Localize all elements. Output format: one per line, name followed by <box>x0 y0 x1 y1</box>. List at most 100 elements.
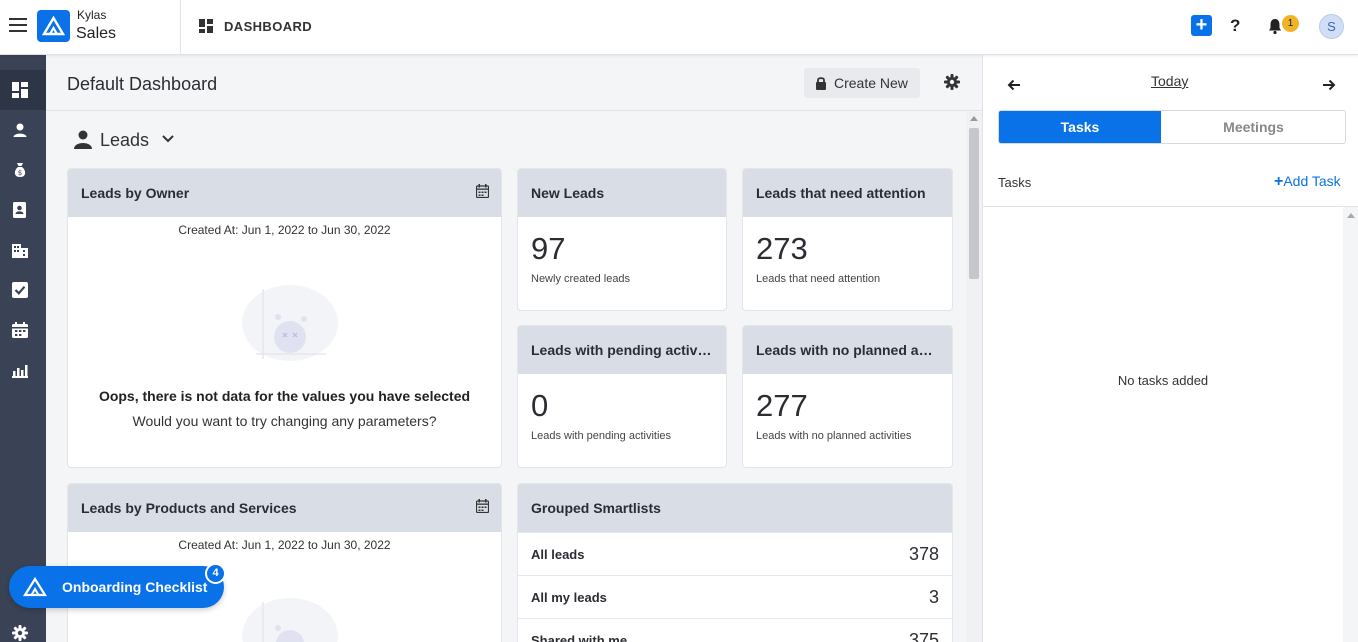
svg-text:$: $ <box>18 169 22 177</box>
brand-product: Sales <box>76 25 117 42</box>
sidebar-item-leads[interactable] <box>0 110 46 150</box>
stat-value: 0 <box>531 388 549 423</box>
tasks-scrollbar[interactable] <box>1343 207 1358 642</box>
section-leads-label[interactable]: Leads <box>100 130 149 151</box>
right-panel: Today Tasks Meetings Tasks +Add Task No … <box>982 55 1358 642</box>
tab-meetings[interactable]: Meetings <box>1161 111 1345 143</box>
leads-by-products-card: Leads by Products and Services Created A… <box>67 483 502 642</box>
scroll-up-icon[interactable] <box>970 116 978 121</box>
kylas-logo[interactable] <box>37 10 70 42</box>
add-task-label: Add Task <box>1283 173 1341 189</box>
sidebar-item-contacts[interactable] <box>0 190 46 230</box>
money-bag-icon: $ <box>14 163 26 177</box>
dashboard-icon <box>12 82 28 98</box>
sidebar-item-calendar[interactable] <box>0 310 46 350</box>
brand-name: Kylas <box>77 8 107 22</box>
page-title: Default Dashboard <box>67 74 218 94</box>
lock-icon <box>816 77 826 90</box>
list-item[interactable]: Shared with me 375 <box>518 618 952 642</box>
empty-state-title: Oops, there is not data for the values y… <box>98 388 471 404</box>
created-at-range: Created At: Jun 1, 2022 to Jun 30, 2022 <box>178 538 391 552</box>
arrow-left-icon[interactable] <box>1007 79 1021 91</box>
stat-caption: Leads with pending activities <box>531 430 672 442</box>
no-planned-activities-card[interactable]: Leads with no planned act... 277 Leads w… <box>742 325 953 468</box>
scroll-up-icon[interactable] <box>1347 213 1355 218</box>
dashboard-icon <box>199 19 213 33</box>
calendar-icon[interactable] <box>476 184 489 198</box>
card-title: Leads with no planned act... <box>743 326 952 374</box>
divider <box>180 0 181 55</box>
add-task-button[interactable]: +Add Task <box>1274 173 1341 191</box>
user-icon <box>74 130 92 149</box>
tasks-meetings-tabs: Tasks Meetings <box>998 110 1346 144</box>
created-at-range: Created At: Jun 1, 2022 to Jun 30, 2022 <box>178 223 391 237</box>
calendar-icon <box>12 322 28 338</box>
chevron-down-icon[interactable] <box>161 134 175 144</box>
smartlist-name: All my leads <box>531 590 607 605</box>
contact-card-icon <box>13 202 26 218</box>
smartlist-name: Shared with me <box>531 633 628 642</box>
create-new-button[interactable]: Create New <box>804 68 920 98</box>
stat-value: 277 <box>756 388 808 423</box>
tasks-heading: Tasks <box>998 175 1032 190</box>
list-item[interactable]: All leads 378 <box>518 532 952 575</box>
stat-caption: Newly created leads <box>531 273 631 285</box>
add-button[interactable]: + <box>1191 15 1212 36</box>
card-title: New Leads <box>518 169 726 217</box>
create-new-label: Create New <box>834 75 908 91</box>
stat-caption: Leads that need attention <box>756 273 881 285</box>
sidebar-item-dashboard[interactable] <box>0 70 46 110</box>
card-header: Leads by Owner <box>68 169 501 217</box>
tab-tasks[interactable]: Tasks <box>999 111 1161 143</box>
empty-state-illustration <box>242 285 338 361</box>
main-scrollbar[interactable] <box>966 112 982 642</box>
sidebar-item-companies[interactable] <box>0 230 46 270</box>
gear-icon[interactable] <box>944 74 960 90</box>
stat-caption: Leads with no planned activities <box>756 430 912 442</box>
plus-icon: + <box>1274 173 1284 190</box>
empty-tasks-text: No tasks added <box>1117 373 1209 388</box>
stat-value: 273 <box>756 231 808 266</box>
pending-activities-card[interactable]: Leads with pending activiti... 0 Leads w… <box>517 325 727 468</box>
help-button[interactable]: ? <box>1230 16 1240 36</box>
avatar[interactable]: S <box>1319 14 1344 39</box>
chart-icon <box>12 365 28 378</box>
scrollbar-thumb[interactable] <box>969 128 979 279</box>
card-title: Leads by Owner <box>81 185 190 201</box>
list-item[interactable]: All my leads 3 <box>518 575 952 618</box>
onboarding-checklist-button[interactable]: Onboarding Checklist <box>9 566 224 608</box>
onboarding-count-badge: 4 <box>205 563 226 584</box>
page-header: Default Dashboard Create New <box>46 55 982 111</box>
smartlist-count: 375 <box>908 630 939 642</box>
arrow-right-icon[interactable] <box>1322 79 1336 91</box>
divider <box>983 206 1358 207</box>
empty-state-illustration <box>242 598 338 642</box>
sidebar-item-tasks[interactable] <box>0 270 46 310</box>
sidebar-item-deals[interactable]: $ <box>0 150 46 190</box>
date-label[interactable]: Today <box>1151 73 1188 89</box>
smartlist-count: 3 <box>928 587 939 607</box>
new-leads-card[interactable]: New Leads 97 Newly created leads <box>517 168 727 311</box>
checkbox-icon <box>12 282 28 298</box>
card-title: Leads that need attention <box>743 169 952 217</box>
need-attention-card[interactable]: Leads that need attention 273 Leads that… <box>742 168 953 311</box>
breadcrumb-dashboard: DASHBOARD <box>224 19 313 34</box>
card-title: Leads by Products and Services <box>81 500 297 516</box>
bell-icon[interactable] <box>1266 17 1284 35</box>
onboarding-label: Onboarding Checklist <box>62 579 208 595</box>
settings-gear-icon[interactable] <box>12 625 28 641</box>
top-bar: Kylas Sales DASHBOARD + ? 1 S <box>0 0 1358 55</box>
building-icon <box>12 244 28 258</box>
hamburger-menu-icon[interactable] <box>9 18 27 34</box>
side-nav: $ <box>0 55 46 642</box>
card-title: Grouped Smartlists <box>518 484 952 532</box>
empty-state-subtitle: Would you want to try changing any param… <box>132 413 437 429</box>
smartlist-name: All leads <box>531 547 585 562</box>
sidebar-item-reports[interactable] <box>0 350 46 390</box>
notification-badge: 1 <box>1282 15 1299 32</box>
kylas-logo-icon <box>23 577 47 597</box>
calendar-icon[interactable] <box>476 499 489 513</box>
leads-by-owner-card: Leads by Owner Created At: Jun 1, 2022 t… <box>67 168 502 468</box>
card-header: Leads by Products and Services <box>68 484 501 532</box>
stat-value: 97 <box>531 231 566 266</box>
